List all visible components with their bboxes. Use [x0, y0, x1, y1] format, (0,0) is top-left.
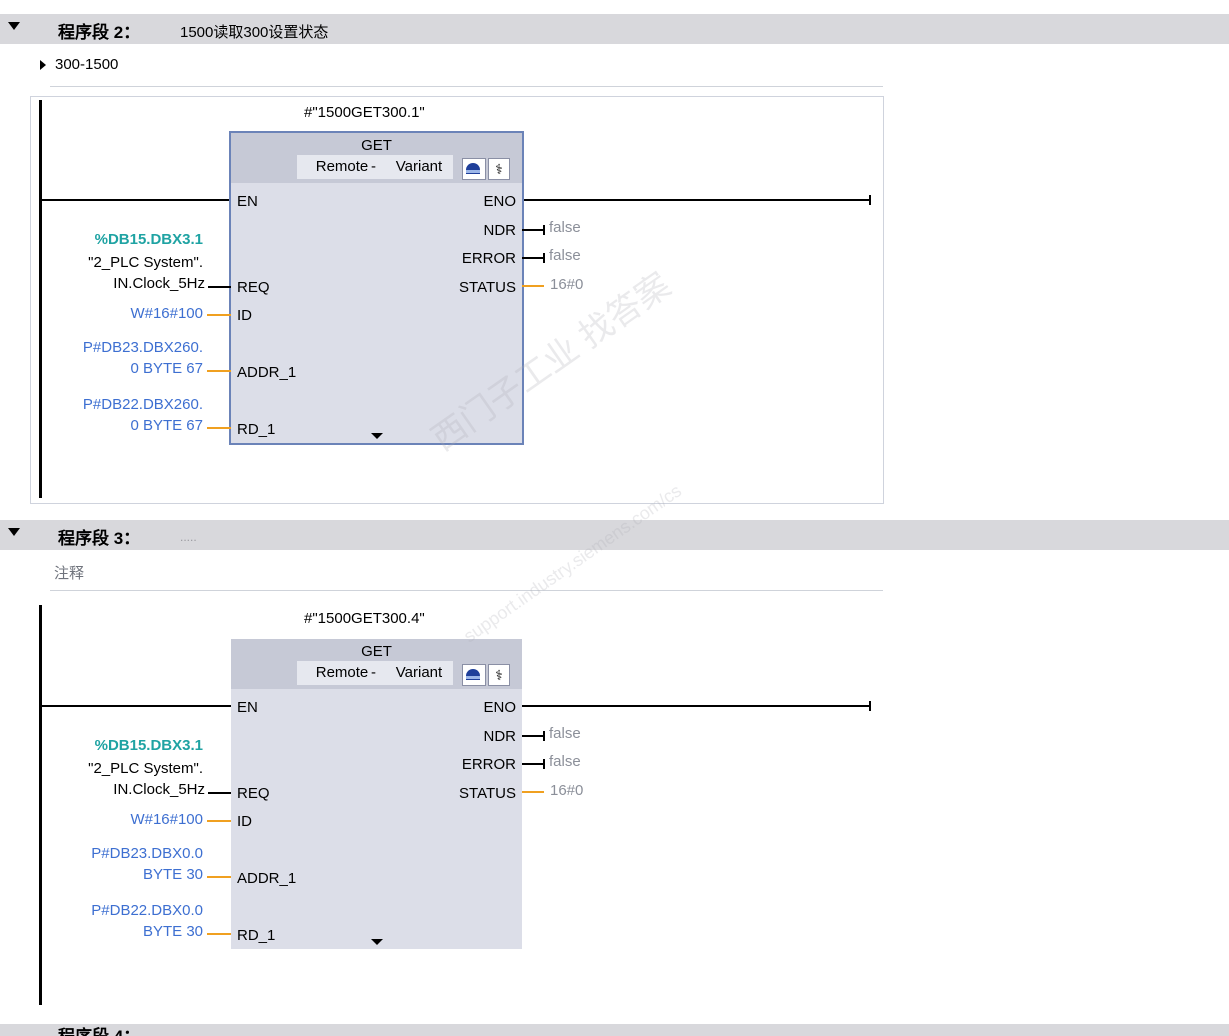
rd-wire: [207, 427, 231, 429]
rd-operand-1[interactable]: P#DB22.DBX260.: [83, 396, 203, 413]
pin-ndr: NDR: [483, 222, 517, 239]
status-value: 16#0: [550, 276, 584, 293]
error-value: false: [549, 753, 581, 770]
block-name: GET: [361, 643, 392, 660]
addr-operand-2[interactable]: 0 BYTE 67: [130, 360, 203, 377]
network-4-header[interactable]: 程序段 4：: [0, 1024, 1229, 1036]
status-wire: [522, 285, 544, 287]
power-rail: [39, 100, 42, 498]
pin-en: EN: [237, 193, 258, 210]
variant-dropdown[interactable]: Variant: [385, 155, 453, 179]
config-icon[interactable]: [462, 158, 486, 180]
pin-status: STATUS: [459, 785, 516, 802]
network-3-title: 程序段 3：: [58, 529, 141, 548]
req-operand-name-1[interactable]: "2_PLC System".: [88, 760, 203, 777]
pin-id: ID: [237, 813, 252, 830]
block-name: GET: [361, 137, 392, 154]
pin-addr-1: ADDR_1: [237, 870, 297, 887]
network-2-title: 程序段 2：: [58, 23, 141, 42]
get-function-block[interactable]: GET Remote - Variant ⚕ EN REQ ID ADDR_1 …: [229, 131, 524, 445]
req-operand-name-1[interactable]: "2_PLC System".: [88, 254, 203, 271]
error-wire-end: [543, 759, 545, 769]
pin-eno: ENO: [483, 699, 516, 716]
req-operand-address[interactable]: %DB15.DBX3.1: [95, 737, 203, 754]
config-icon[interactable]: [462, 664, 486, 686]
ndr-value: false: [549, 725, 581, 742]
req-wire: [208, 286, 231, 288]
ndr-wire: [522, 735, 544, 737]
en-wire: [41, 705, 231, 707]
get-function-block[interactable]: GET Remote - Variant ⚕ EN REQ ID ADDR_1 …: [231, 639, 522, 949]
id-operand[interactable]: W#16#100: [130, 811, 203, 828]
req-operand-name-2[interactable]: IN.Clock_5Hz: [113, 781, 205, 798]
addr-wire: [207, 876, 231, 878]
network-3-comment-row[interactable]: 注释: [50, 558, 883, 591]
stethoscope-icon[interactable]: ⚕: [488, 664, 510, 686]
ndr-value: false: [549, 219, 581, 236]
addr-operand-2[interactable]: BYTE 30: [143, 866, 203, 883]
expand-arrow-icon[interactable]: [371, 939, 383, 945]
network-2-header[interactable]: 程序段 2： 1500读取300设置状态: [0, 14, 1229, 44]
addr-operand-1[interactable]: P#DB23.DBX260.: [83, 339, 203, 356]
expand-triangle-icon[interactable]: [40, 60, 46, 70]
network-2-title-row[interactable]: 300-1500: [40, 54, 883, 87]
network-3-comment-text[interactable]: 注释: [54, 562, 84, 583]
rd-operand-2[interactable]: 0 BYTE 67: [130, 417, 203, 434]
rd-operand-2[interactable]: BYTE 30: [143, 923, 203, 940]
pin-error: ERROR: [461, 756, 516, 773]
network-3-header[interactable]: 程序段 3： .....: [0, 520, 1229, 550]
req-operand-address[interactable]: %DB15.DBX3.1: [95, 231, 203, 248]
network-2-title-text: 300-1500: [55, 56, 119, 73]
network-4-title: 程序段 4：: [58, 1024, 140, 1036]
en-wire: [41, 199, 231, 201]
pin-eno: ENO: [483, 193, 516, 210]
pin-error: ERROR: [461, 250, 516, 267]
error-wire: [522, 257, 544, 259]
ndr-wire: [522, 229, 544, 231]
pin-en: EN: [237, 699, 258, 716]
status-wire: [522, 791, 544, 793]
addr-wire: [207, 370, 231, 372]
rd-operand-1[interactable]: P#DB22.DBX0.0: [91, 902, 203, 919]
req-wire: [208, 792, 231, 794]
ndr-wire-end: [543, 225, 545, 235]
status-value: 16#0: [550, 782, 584, 799]
wire-end: [869, 701, 871, 711]
network-3-comment[interactable]: .....: [180, 530, 197, 544]
id-wire: [207, 820, 231, 822]
expand-arrow-icon[interactable]: [371, 433, 383, 439]
pin-rd-1: RD_1: [237, 421, 276, 438]
separator: -: [371, 664, 376, 681]
pin-req: REQ: [237, 785, 270, 802]
error-value: false: [549, 247, 581, 264]
id-wire: [207, 314, 231, 316]
variant-dropdown[interactable]: Variant: [385, 661, 453, 685]
error-wire: [522, 763, 544, 765]
eno-wire: [522, 705, 870, 707]
instance-db-name[interactable]: #"1500GET300.4": [304, 610, 425, 627]
instance-db-name[interactable]: #"1500GET300.1": [304, 104, 425, 121]
network-2-comment[interactable]: 1500读取300设置状态: [180, 21, 328, 42]
collapse-triangle-icon[interactable]: [8, 528, 20, 536]
collapse-triangle-icon[interactable]: [8, 22, 20, 30]
power-rail: [39, 605, 42, 1005]
eno-wire: [522, 199, 870, 201]
error-wire-end: [543, 253, 545, 263]
stethoscope-icon[interactable]: ⚕: [488, 158, 510, 180]
addr-operand-1[interactable]: P#DB23.DBX0.0: [91, 845, 203, 862]
pin-req: REQ: [237, 279, 270, 296]
pin-addr-1: ADDR_1: [237, 364, 297, 381]
pin-ndr: NDR: [483, 728, 517, 745]
id-operand[interactable]: W#16#100: [130, 305, 203, 322]
pin-status: STATUS: [459, 279, 516, 296]
separator: -: [371, 158, 376, 175]
ndr-wire-end: [543, 731, 545, 741]
rd-wire: [207, 933, 231, 935]
req-operand-name-2[interactable]: IN.Clock_5Hz: [113, 275, 205, 292]
wire-end: [869, 195, 871, 205]
pin-id: ID: [237, 307, 252, 324]
pin-rd-1: RD_1: [237, 927, 276, 944]
